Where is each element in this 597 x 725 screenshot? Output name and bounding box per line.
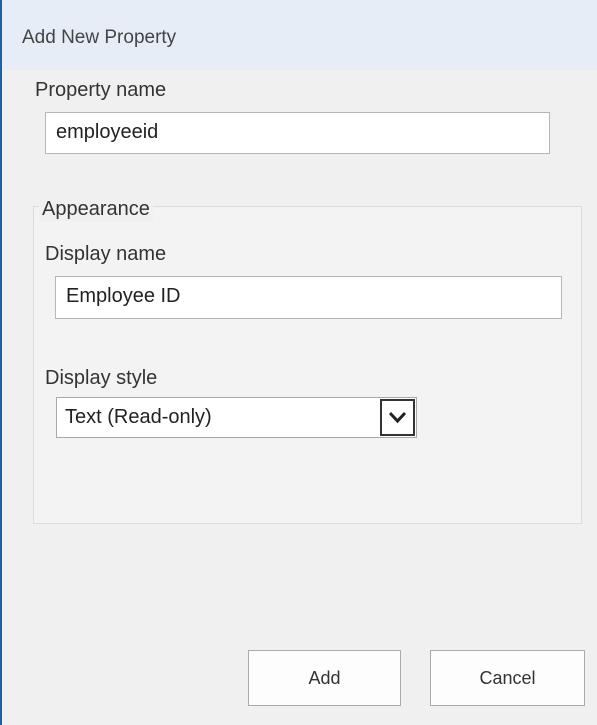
display-name-input[interactable]: Employee ID	[55, 276, 562, 319]
dialog-title: Add New Property	[22, 27, 177, 48]
appearance-legend: Appearance	[39, 198, 153, 221]
display-style-select[interactable]: Text (Read-only)	[56, 397, 417, 438]
property-name-input[interactable]: employeeid	[45, 112, 550, 154]
add-button[interactable]: Add	[248, 650, 401, 706]
add-property-dialog: Add New Property Property name employeei…	[0, 0, 597, 725]
display-name-label: Display name	[45, 243, 167, 265]
display-style-selected-value: Text (Read-only)	[65, 406, 212, 428]
property-name-label: Property name	[35, 79, 167, 101]
dialog-titlebar: Add New Property	[2, 0, 597, 70]
cancel-button[interactable]: Cancel	[430, 650, 585, 706]
chevron-down-icon[interactable]	[380, 399, 415, 436]
display-style-label: Display style	[45, 367, 158, 389]
